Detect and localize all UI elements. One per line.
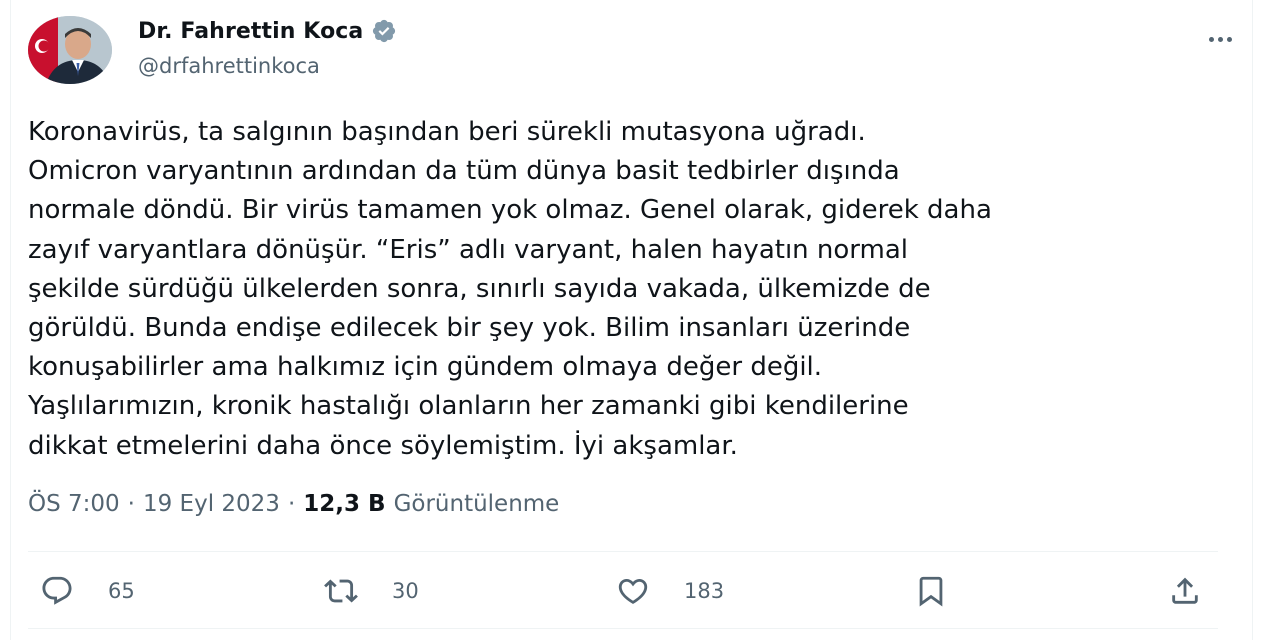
tweet-text-line: konuşabilirler ama halkımız için gündem … bbox=[28, 352, 823, 383]
retweet-button[interactable]: 30 bbox=[324, 566, 419, 616]
reply-button[interactable]: 65 bbox=[40, 566, 135, 616]
heart-icon bbox=[618, 578, 648, 604]
author-handle[interactable]: @drfahrettinkoca bbox=[138, 54, 397, 78]
retweet-count: 30 bbox=[392, 579, 419, 603]
tweet-text-line: görüldü. Bunda endişe edilecek bir şey y… bbox=[28, 313, 911, 344]
avatar-image bbox=[28, 16, 112, 84]
frame-border-left bbox=[10, 0, 11, 640]
meta-separator: · bbox=[287, 491, 296, 517]
divider bbox=[28, 551, 1218, 552]
tweet-text: Koronavirüs, ta salgının başından beri s… bbox=[28, 113, 1208, 466]
like-count: 183 bbox=[684, 579, 725, 603]
views-label: Görüntülenme bbox=[393, 491, 560, 517]
more-options-button[interactable] bbox=[1200, 24, 1240, 54]
divider bbox=[28, 628, 1218, 629]
tweet-meta: ÖS 7:00 · 19 Eyl 2023 · 12,3 B Görüntüle… bbox=[28, 491, 559, 517]
more-icon bbox=[1208, 36, 1214, 42]
bookmark-icon bbox=[919, 576, 943, 607]
reply-count: 65 bbox=[108, 579, 135, 603]
tweet-time[interactable]: ÖS 7:00 bbox=[28, 491, 120, 517]
tweet-text-line: Omicron varyantının ardından da tüm düny… bbox=[28, 156, 900, 187]
tweet-header: Dr. Fahrettin Koca @drfahrettinkoca bbox=[28, 16, 1240, 88]
tweet-text-line: zayıf varyantlara dönüşür. “Eris” adlı v… bbox=[28, 234, 909, 265]
tweet-text-line: Yaşlılarımızın, kronik hastalığı olanlar… bbox=[28, 391, 909, 422]
frame-border-right bbox=[1252, 0, 1253, 640]
like-button[interactable]: 183 bbox=[616, 566, 724, 616]
avatar[interactable] bbox=[28, 16, 112, 84]
tweet-text-line: dikkat etmelerini daha önce söylemiştim.… bbox=[28, 430, 738, 461]
share-button[interactable] bbox=[1168, 566, 1202, 616]
tweet-date[interactable]: 19 Eyl 2023 bbox=[143, 491, 280, 517]
bookmark-button[interactable] bbox=[914, 566, 948, 616]
tweet-text-line: şekilde sürdüğü ülkelerden sonra, sınırl… bbox=[28, 273, 931, 304]
retweet-icon bbox=[324, 579, 358, 603]
author-name[interactable]: Dr. Fahrettin Koca bbox=[138, 19, 363, 44]
tweet-text-line: normale döndü. Bir virüs tamamen yok olm… bbox=[28, 195, 992, 226]
reply-icon bbox=[42, 576, 72, 605]
share-icon bbox=[1172, 577, 1198, 604]
tweet-text-line: Koronavirüs, ta salgının başından beri s… bbox=[28, 117, 866, 147]
meta-separator: · bbox=[127, 491, 135, 517]
verified-badge-icon[interactable] bbox=[371, 18, 397, 44]
tweet-actions: 65 30 183 bbox=[28, 566, 1218, 616]
views-count: 12,3 B bbox=[303, 491, 386, 517]
